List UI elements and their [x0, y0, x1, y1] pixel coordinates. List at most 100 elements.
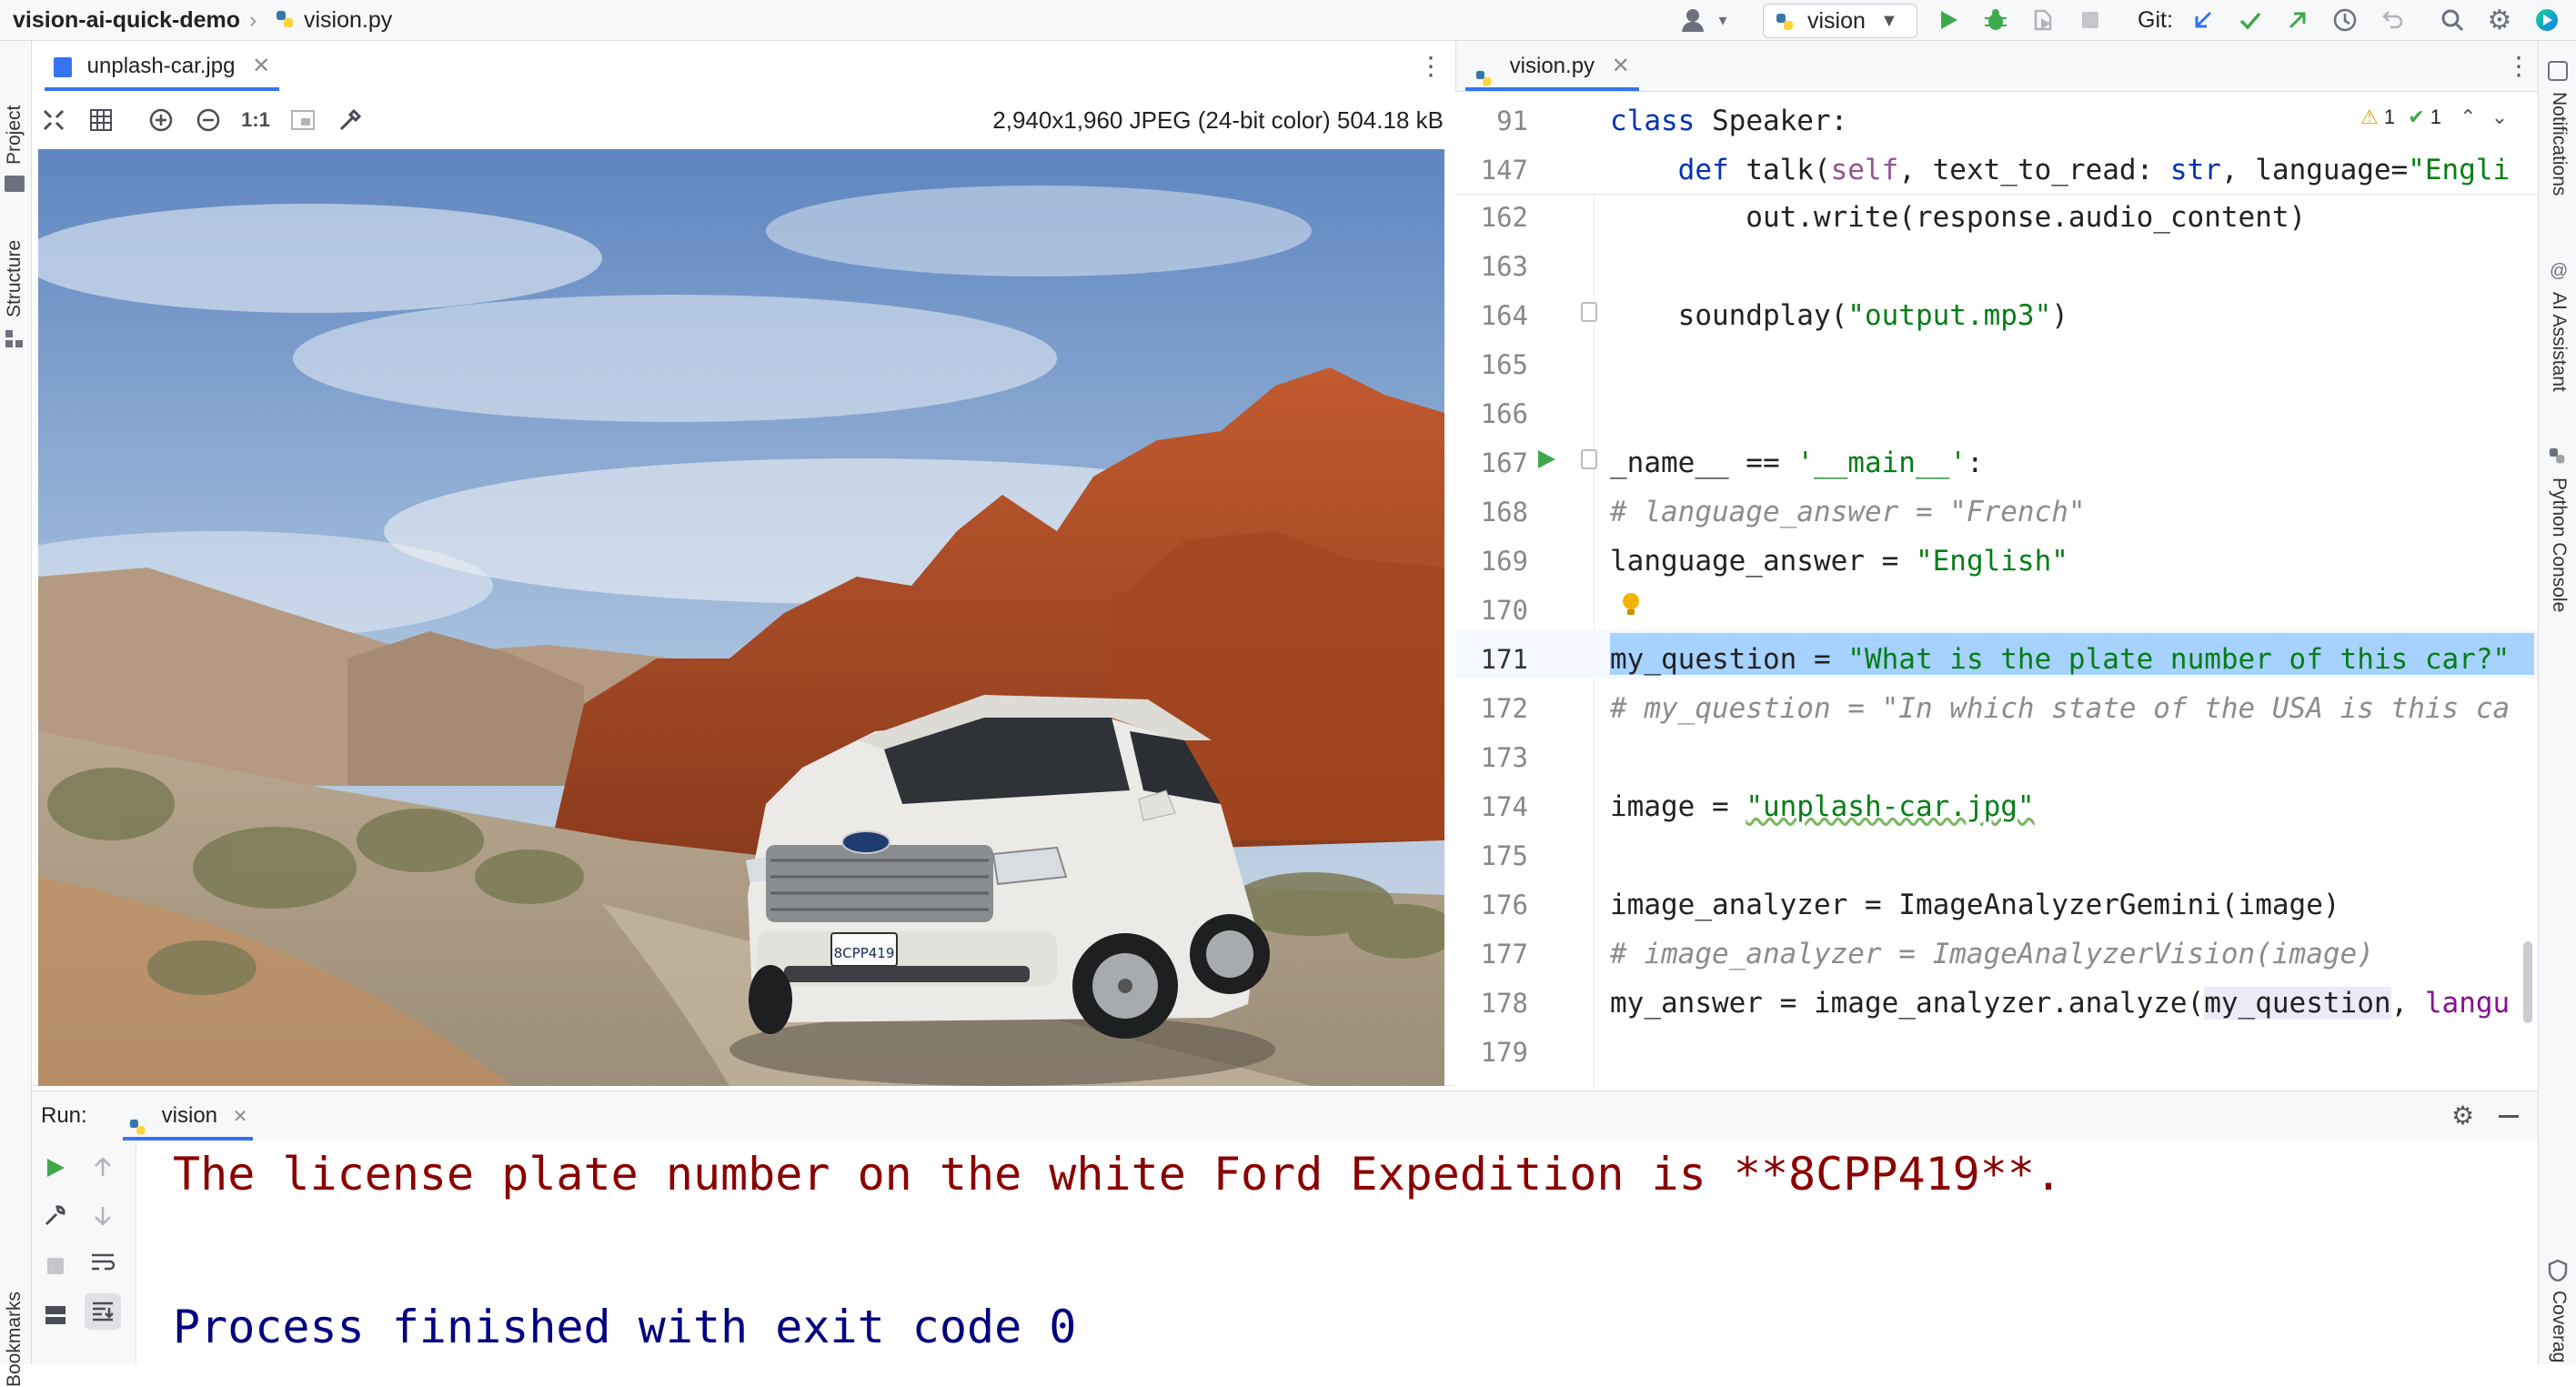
line-number: 177 — [1480, 939, 1528, 970]
ai-assistant-tool-tab[interactable]: AI Assistant — [2548, 292, 2570, 392]
history-icon[interactable] — [2330, 5, 2360, 35]
stop-icon[interactable] — [2076, 5, 2105, 35]
user-chevron-down-icon[interactable]: ▾ — [1708, 5, 1737, 35]
more-options-icon[interactable]: ⋮ — [2506, 41, 2531, 91]
run-panel-header: Run: vision ✕ ⚙ — [32, 1091, 2538, 1141]
lightbulb-icon[interactable] — [1621, 591, 1641, 618]
file-breadcrumb[interactable]: vision.py — [304, 0, 392, 40]
line-number: 179 — [1480, 1037, 1528, 1068]
run-icon[interactable] — [1934, 5, 1963, 35]
jetbrains-ai-icon[interactable] — [2532, 5, 2561, 35]
run-gutter-icon[interactable] — [1535, 446, 1557, 473]
coverage-icon[interactable] — [2028, 5, 2058, 35]
wrench-icon[interactable] — [41, 1201, 70, 1230]
settings-gear-icon[interactable]: ⚙ — [2485, 5, 2514, 35]
code-line[interactable]: image = "unplash-car.jpg" — [1610, 782, 2035, 831]
project-breadcrumb[interactable]: vision-ai-quick-demo — [13, 0, 240, 40]
git-push-icon[interactable] — [2283, 5, 2312, 35]
stop-icon[interactable] — [41, 1251, 70, 1281]
right-tool-strip: Notifications @ AI Assistant Python Cons… — [2538, 41, 2576, 1364]
python-console-tool-tab[interactable]: Python Console — [2548, 477, 2570, 612]
search-icon[interactable] — [2438, 5, 2467, 35]
line-number: 175 — [1480, 840, 1528, 871]
code-line[interactable]: language_answer = "English" — [1610, 537, 2068, 586]
scroll-to-end-icon[interactable] — [85, 1293, 121, 1330]
chevron-down-icon[interactable]: ⌄ — [2491, 106, 2508, 128]
background-icon[interactable] — [288, 106, 317, 135]
code-line[interactable]: def talk(self, text_to_read: str, langua… — [1610, 146, 2511, 195]
console-output-answer: The license plate number on the white Fo… — [173, 1148, 2063, 1201]
code-line[interactable]: out.write(response.audio_content) — [1610, 193, 2306, 242]
code-line[interactable]: image_analyzer = ImageAnalyzerGemini(ima… — [1610, 880, 2340, 930]
warning-icon: ⚠ — [2360, 106, 2379, 128]
minimize-icon[interactable] — [2499, 1115, 2519, 1118]
run-config-select[interactable]: vision ▼ — [1763, 4, 1917, 38]
python-file-icon — [128, 1107, 148, 1134]
tab-vision-py[interactable]: vision.py ✕ — [1465, 41, 1639, 91]
code-line[interactable]: my_answer = image_analyzer.analyze(my_qu… — [1610, 979, 2510, 1028]
more-options-icon[interactable]: ⋮ — [1418, 41, 1444, 91]
rerun-icon[interactable] — [41, 1153, 70, 1182]
code-line[interactable]: # image_analyzer = ImageAnalyzerVision(i… — [1610, 930, 2374, 979]
code-line[interactable]: my_question = "What is the plate number … — [1610, 635, 2510, 684]
python-config-icon — [1775, 10, 1796, 32]
line-number: 176 — [1480, 889, 1528, 920]
line-number: 91 — [1496, 106, 1528, 136]
tab-label: unplash-car.jpg — [86, 54, 236, 78]
git-label: Git: — [2138, 7, 2173, 33]
close-icon[interactable]: ✕ — [233, 1107, 248, 1127]
line-number: 168 — [1480, 497, 1528, 528]
coverage-tool-tab[interactable]: Coverag — [2548, 1291, 2570, 1362]
run-tab-vision[interactable]: vision ✕ — [123, 1091, 254, 1141]
actual-size-button[interactable]: 1:1 — [241, 106, 270, 135]
code-line[interactable]: # my_question = "In which state of the U… — [1610, 684, 2510, 733]
user-icon[interactable] — [1681, 5, 1710, 35]
project-tool-tab[interactable]: Project — [4, 106, 25, 165]
image-toolbar: 1:1 2,940x1,960 JPEG (24-bit color) 504.… — [32, 92, 1454, 148]
line-number: 163 — [1480, 251, 1528, 282]
line-number: 171 — [1480, 644, 1528, 675]
editor-scrollbar[interactable] — [2523, 941, 2532, 1023]
settings-gear-icon[interactable]: ⚙ — [2451, 1091, 2474, 1141]
scroll-down-icon[interactable] — [88, 1201, 117, 1230]
code-line[interactable]: class Speaker: — [1610, 96, 1847, 146]
code-line[interactable]: _name__ == '__main__': — [1610, 438, 1984, 487]
warning-count: 1 — [2383, 106, 2396, 128]
tab-unplash-car[interactable]: unplash-car.jpg ✕ — [45, 41, 280, 91]
image-file-icon — [54, 56, 72, 77]
chevron-up-icon[interactable]: ⌃ — [2460, 106, 2476, 128]
git-commit-icon[interactable] — [2236, 5, 2265, 35]
chevron-down-icon: ▼ — [1880, 11, 1898, 31]
zoom-out-icon[interactable] — [194, 106, 223, 135]
zoom-in-icon[interactable] — [146, 106, 176, 135]
close-icon[interactable]: ✕ — [252, 54, 270, 78]
scroll-up-icon[interactable] — [88, 1153, 117, 1182]
fold-marker-icon[interactable] — [1581, 302, 1597, 322]
console-output-exit: Process finished with exit code 0 — [173, 1301, 1077, 1353]
color-picker-icon[interactable] — [336, 106, 365, 135]
structure-icon — [5, 330, 24, 348]
structure-tool-tab[interactable]: Structure — [4, 240, 25, 317]
code-line[interactable]: # language_answer = "French" — [1610, 487, 2086, 537]
close-icon[interactable]: ✕ — [1612, 54, 1630, 78]
line-number: 166 — [1480, 398, 1528, 429]
bookmarks-tool-tab[interactable]: Bookmarks — [4, 1292, 25, 1387]
inspection-widget[interactable]: ⚠ 1 ✔ 1 ⌃ ⌄ — [2360, 104, 2508, 131]
soft-wrap-icon[interactable] — [88, 1248, 117, 1277]
line-number: 164 — [1480, 300, 1528, 331]
run-toolbar — [32, 1141, 136, 1364]
python-console-icon — [2548, 447, 2568, 467]
layout-icon[interactable] — [41, 1301, 70, 1330]
code-line[interactable]: soundplay("output.mp3") — [1610, 291, 2068, 340]
tab-label: vision.py — [1509, 54, 1595, 78]
fit-to-window-icon[interactable] — [39, 106, 68, 135]
fold-marker-icon[interactable] — [1581, 449, 1597, 469]
notifications-icon — [2548, 61, 2568, 81]
grid-icon[interactable] — [86, 106, 116, 135]
rollback-icon[interactable] — [2378, 5, 2407, 35]
line-number: 167 — [1480, 447, 1528, 478]
notifications-tool-tab[interactable]: Notifications — [2548, 92, 2570, 196]
git-update-icon[interactable] — [2189, 5, 2218, 35]
debug-icon[interactable] — [1981, 5, 2010, 35]
gutter-divider — [1594, 92, 1595, 1090]
